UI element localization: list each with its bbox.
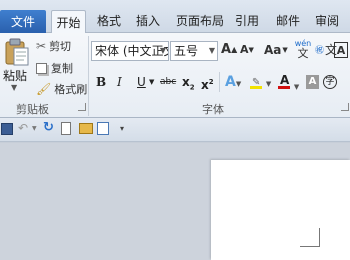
italic-button[interactable]: I bbox=[117, 73, 122, 91]
cut-label: 剪切 bbox=[49, 40, 72, 53]
document-page[interactable] bbox=[211, 160, 350, 260]
subscript-button[interactable]: x2 bbox=[182, 73, 195, 91]
format-painter-label: 格式刷 bbox=[54, 83, 88, 96]
underline-button[interactable]: U bbox=[137, 73, 146, 91]
phonetic-guide-button[interactable]: wén 文 bbox=[294, 39, 312, 61]
phonetic-guide-icon: 文 bbox=[297, 47, 309, 60]
edit-icon[interactable] bbox=[97, 122, 109, 135]
subscript-2: 2 bbox=[189, 83, 195, 92]
superscript-button[interactable]: x2 bbox=[201, 73, 214, 92]
group-divider bbox=[88, 36, 89, 116]
tab-references[interactable]: 引用 bbox=[235, 9, 259, 33]
tab-page-layout[interactable]: 页面布局 bbox=[176, 9, 224, 33]
row-divider bbox=[219, 72, 220, 92]
change-case-button[interactable]: Aa ▼ bbox=[264, 43, 288, 57]
copy-label: 复制 bbox=[51, 62, 73, 75]
font-size-combobox[interactable]: 五号 ▼ bbox=[170, 41, 218, 61]
change-case-label: Aa bbox=[264, 43, 282, 57]
format-painter-icon: 🖌 bbox=[36, 82, 52, 96]
scissors-icon: ✂ bbox=[36, 39, 47, 53]
text-effect-icon: A bbox=[225, 74, 236, 90]
undo-dropdown-icon[interactable]: ▼ bbox=[32, 125, 37, 132]
tab-format[interactable]: 格式 bbox=[97, 9, 121, 33]
superscript-2: 2 bbox=[208, 78, 214, 86]
redo-icon[interactable]: ↻ bbox=[43, 120, 54, 135]
font-name-value: 宋体 (中文正文 bbox=[95, 44, 169, 58]
character-shading-button[interactable]: A bbox=[306, 75, 319, 89]
bold-button[interactable]: B bbox=[96, 73, 106, 91]
strikethrough-button[interactable]: abc bbox=[160, 73, 176, 91]
superscript-x: x bbox=[201, 78, 209, 92]
grow-font-letter: A bbox=[221, 42, 232, 57]
font-color-button[interactable]: A ▼ bbox=[278, 73, 299, 91]
shrink-font-button[interactable]: A ▼ bbox=[240, 43, 254, 56]
chevron-down-icon: ▼ bbox=[265, 80, 272, 88]
open-folder-icon[interactable] bbox=[79, 123, 93, 134]
underline-dropdown-icon[interactable]: ▼ bbox=[149, 73, 154, 91]
shrink-arrow-icon: ▼ bbox=[248, 45, 254, 54]
tab-home[interactable]: 开始 bbox=[51, 10, 86, 34]
paste-dropdown-arrow-icon[interactable]: ▼ bbox=[11, 83, 17, 92]
chevron-down-icon: ▼ bbox=[208, 46, 215, 55]
font-color-icon: A bbox=[278, 73, 290, 89]
enclose-characters-icon: 字 bbox=[325, 77, 335, 87]
page-margin-corner-mark bbox=[300, 246, 320, 247]
quick-access-toolbar: ↶ ▼ ↻ ▾ bbox=[0, 118, 350, 142]
clipboard-group-label: 剪贴板 bbox=[16, 103, 49, 116]
customize-toolbar-icon[interactable]: ▾ bbox=[120, 124, 124, 133]
highlighter-icon: ✎ bbox=[250, 77, 262, 89]
paste-label: 粘贴 bbox=[3, 69, 28, 83]
character-border-button[interactable]: A bbox=[334, 42, 348, 58]
tab-mailings[interactable]: 邮件 bbox=[276, 9, 300, 33]
copy-icon bbox=[36, 62, 47, 74]
undo-icon[interactable]: ↶ bbox=[18, 121, 28, 135]
pinyin-icon: ㊗ bbox=[315, 46, 325, 56]
page-margin-corner-mark bbox=[319, 228, 320, 246]
ribbon-tab-bar: 文件 开始 格式 插入 页面布局 引用 邮件 审阅 bbox=[0, 0, 350, 34]
new-document-icon[interactable] bbox=[61, 122, 71, 135]
ribbon-home: 粘贴 ▼ ✂ 剪切 复制 🖌 格式刷 剪贴板 宋体 (中文正文 ▼ 五号 ▼ A… bbox=[0, 33, 350, 118]
chevron-down-icon: ▼ bbox=[282, 46, 288, 54]
grow-arrow-icon: ▲ bbox=[231, 45, 238, 54]
highlight-button[interactable]: ✎ ▼ bbox=[250, 73, 271, 91]
tab-file[interactable]: 文件 bbox=[0, 10, 46, 33]
tab-insert[interactable]: 插入 bbox=[136, 9, 160, 33]
font-size-value: 五号 bbox=[174, 44, 199, 58]
font-name-combobox[interactable]: 宋体 (中文正文 ▼ bbox=[91, 41, 169, 61]
subscript-x: x bbox=[182, 75, 190, 89]
clipboard-launcher-icon[interactable] bbox=[78, 103, 86, 111]
character-border-icon: A bbox=[336, 43, 346, 57]
save-icon[interactable] bbox=[1, 123, 13, 135]
format-painter-button[interactable]: 🖌 格式刷 bbox=[36, 81, 87, 97]
chevron-down-icon: ▼ bbox=[235, 80, 242, 88]
font-group-label: 字体 bbox=[202, 103, 224, 116]
text-effect-button[interactable]: A▼ bbox=[225, 73, 241, 91]
cut-button[interactable]: ✂ 剪切 bbox=[36, 38, 71, 54]
shrink-font-letter: A bbox=[240, 43, 249, 56]
chevron-down-icon: ▼ bbox=[159, 46, 166, 55]
grow-font-button[interactable]: A ▲ bbox=[221, 42, 237, 57]
font-launcher-icon[interactable] bbox=[341, 103, 349, 111]
copy-button[interactable]: 复制 bbox=[36, 60, 73, 76]
paste-icon bbox=[5, 38, 29, 66]
enclose-characters-button[interactable]: 字 bbox=[323, 75, 337, 89]
tab-review[interactable]: 审阅 bbox=[315, 9, 339, 33]
chevron-down-icon: ▼ bbox=[293, 83, 300, 91]
